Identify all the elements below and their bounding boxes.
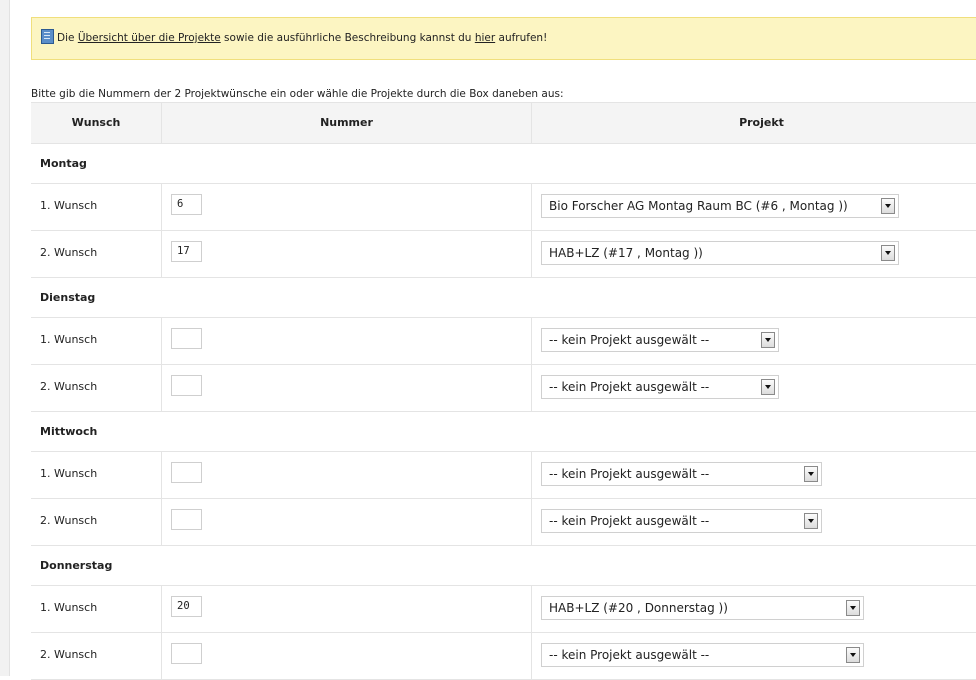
project-number-input[interactable]: 6 [171, 194, 202, 215]
wish-row: 2. Wunsch -- kein Projekt ausgewält -- [31, 365, 976, 412]
project-cell: -- kein Projekt ausgewält -- [531, 633, 976, 679]
project-select-value: -- kein Projekt ausgewält -- [549, 333, 710, 347]
wish-label: 2. Wunsch [40, 380, 98, 393]
project-select[interactable]: -- kein Projekt ausgewält -- [541, 328, 779, 352]
header-nummer: Nummer [161, 103, 531, 143]
wish-label: 1. Wunsch [40, 467, 98, 480]
wish-cell: 1. Wunsch [31, 318, 161, 364]
project-number-input[interactable] [171, 375, 202, 396]
chevron-down-icon[interactable] [761, 332, 775, 348]
project-select-value: HAB+LZ (#17 , Montag )) [549, 246, 703, 260]
book-icon [41, 29, 54, 44]
wish-label: 1. Wunsch [40, 333, 98, 346]
project-select[interactable]: -- kein Projekt ausgewält -- [541, 462, 822, 486]
notice-prefix: Die [57, 32, 78, 44]
wish-row: 2. Wunsch 17 HAB+LZ (#17 , Montag )) [31, 231, 976, 278]
number-cell [161, 318, 531, 364]
project-number-input[interactable]: 20 [171, 596, 202, 617]
day-row-donnerstag: Donnerstag [31, 546, 976, 586]
notice-middle: sowie die ausführliche Beschreibung kann… [220, 32, 475, 44]
page-left-border [0, 0, 10, 676]
project-cell: -- kein Projekt ausgewält -- [531, 499, 976, 545]
wish-cell: 2. Wunsch [31, 365, 161, 411]
number-cell: 6 [161, 184, 531, 230]
wish-cell: 1. Wunsch [31, 184, 161, 230]
project-cell: HAB+LZ (#20 , Donnerstag )) [531, 586, 976, 632]
wish-cell: 2. Wunsch [31, 633, 161, 679]
project-select-value: HAB+LZ (#20 , Donnerstag )) [549, 601, 728, 615]
project-cell: Bio Forscher AG Montag Raum BC (#6 , Mon… [531, 184, 976, 230]
wish-row: 1. Wunsch -- kein Projekt ausgewält -- [31, 452, 976, 499]
number-cell: 20 [161, 586, 531, 632]
chevron-down-icon[interactable] [804, 513, 818, 529]
project-select[interactable]: Bio Forscher AG Montag Raum BC (#6 , Mon… [541, 194, 899, 218]
wish-label: 1. Wunsch [40, 199, 98, 212]
project-number-input[interactable] [171, 643, 202, 664]
wish-row: 2. Wunsch -- kein Projekt ausgewält -- [31, 499, 976, 546]
table-header-row: Wunsch Nummer Projekt [31, 103, 976, 144]
wish-label: 2. Wunsch [40, 246, 98, 259]
project-select-value: -- kein Projekt ausgewält -- [549, 380, 710, 394]
day-label: Montag [40, 157, 87, 170]
project-cell: -- kein Projekt ausgewält -- [531, 365, 976, 411]
number-cell: 17 [161, 231, 531, 277]
wish-cell: 2. Wunsch [31, 231, 161, 277]
chevron-down-icon[interactable] [846, 647, 860, 663]
day-label: Mittwoch [40, 425, 98, 438]
wish-label: 2. Wunsch [40, 648, 98, 661]
wish-row: 1. Wunsch -- kein Projekt ausgewält -- [31, 318, 976, 365]
instructions-text: Bitte gib die Nummern der 2 Projektwünsc… [31, 88, 564, 100]
project-number-input[interactable] [171, 509, 202, 530]
overview-link[interactable]: Übersicht über die Projekte [78, 32, 221, 44]
project-select[interactable]: -- kein Projekt ausgewält -- [541, 375, 779, 399]
wish-cell: 1. Wunsch [31, 452, 161, 498]
project-number-input[interactable] [171, 328, 202, 349]
day-row-mittwoch: Mittwoch [31, 412, 976, 452]
number-cell [161, 452, 531, 498]
chevron-down-icon[interactable] [881, 245, 895, 261]
info-notice: Die Übersicht über die Projekte sowie di… [31, 17, 976, 60]
chevron-down-icon[interactable] [846, 600, 860, 616]
project-number-input[interactable]: 17 [171, 241, 202, 262]
notice-suffix: aufrufen! [495, 32, 548, 44]
number-cell [161, 499, 531, 545]
chevron-down-icon[interactable] [804, 466, 818, 482]
project-select-value: -- kein Projekt ausgewält -- [549, 648, 710, 662]
number-cell [161, 633, 531, 679]
day-row-dienstag: Dienstag [31, 278, 976, 318]
wish-cell: 2. Wunsch [31, 499, 161, 545]
project-select[interactable]: -- kein Projekt ausgewält -- [541, 509, 822, 533]
wish-label: 1. Wunsch [40, 601, 98, 614]
project-select-value: Bio Forscher AG Montag Raum BC (#6 , Mon… [549, 199, 848, 213]
project-select-value: -- kein Projekt ausgewält -- [549, 514, 710, 528]
number-cell [161, 365, 531, 411]
wish-row: 2. Wunsch -- kein Projekt ausgewält -- [31, 633, 976, 680]
project-select[interactable]: HAB+LZ (#17 , Montag )) [541, 241, 899, 265]
project-wish-table: Wunsch Nummer Projekt Montag 1. Wunsch 6 Bi… [31, 102, 976, 680]
project-cell: HAB+LZ (#17 , Montag )) [531, 231, 976, 277]
here-link[interactable]: hier [475, 32, 495, 44]
wish-row: 1. Wunsch 6 Bio Forscher AG Montag Raum BC… [31, 184, 976, 231]
wish-cell: 1. Wunsch [31, 586, 161, 632]
project-cell: -- kein Projekt ausgewält -- [531, 318, 976, 364]
project-cell: -- kein Projekt ausgewält -- [531, 452, 976, 498]
day-label: Dienstag [40, 291, 96, 304]
project-select-value: -- kein Projekt ausgewält -- [549, 467, 710, 481]
day-label: Donnerstag [40, 559, 113, 572]
project-select[interactable]: HAB+LZ (#20 , Donnerstag )) [541, 596, 864, 620]
header-projekt: Projekt [531, 103, 976, 143]
project-number-input[interactable] [171, 462, 202, 483]
chevron-down-icon[interactable] [881, 198, 895, 214]
wish-row: 1. Wunsch 20 HAB+LZ (#20 , Donnerstag )) [31, 586, 976, 633]
day-sections: Montag 1. Wunsch 6 Bio Forscher AG Montag R… [31, 144, 976, 680]
chevron-down-icon[interactable] [761, 379, 775, 395]
wish-label: 2. Wunsch [40, 514, 98, 527]
project-select[interactable]: -- kein Projekt ausgewält -- [541, 643, 864, 667]
header-wunsch: Wunsch [71, 116, 121, 129]
day-row-montag: Montag [31, 144, 976, 184]
